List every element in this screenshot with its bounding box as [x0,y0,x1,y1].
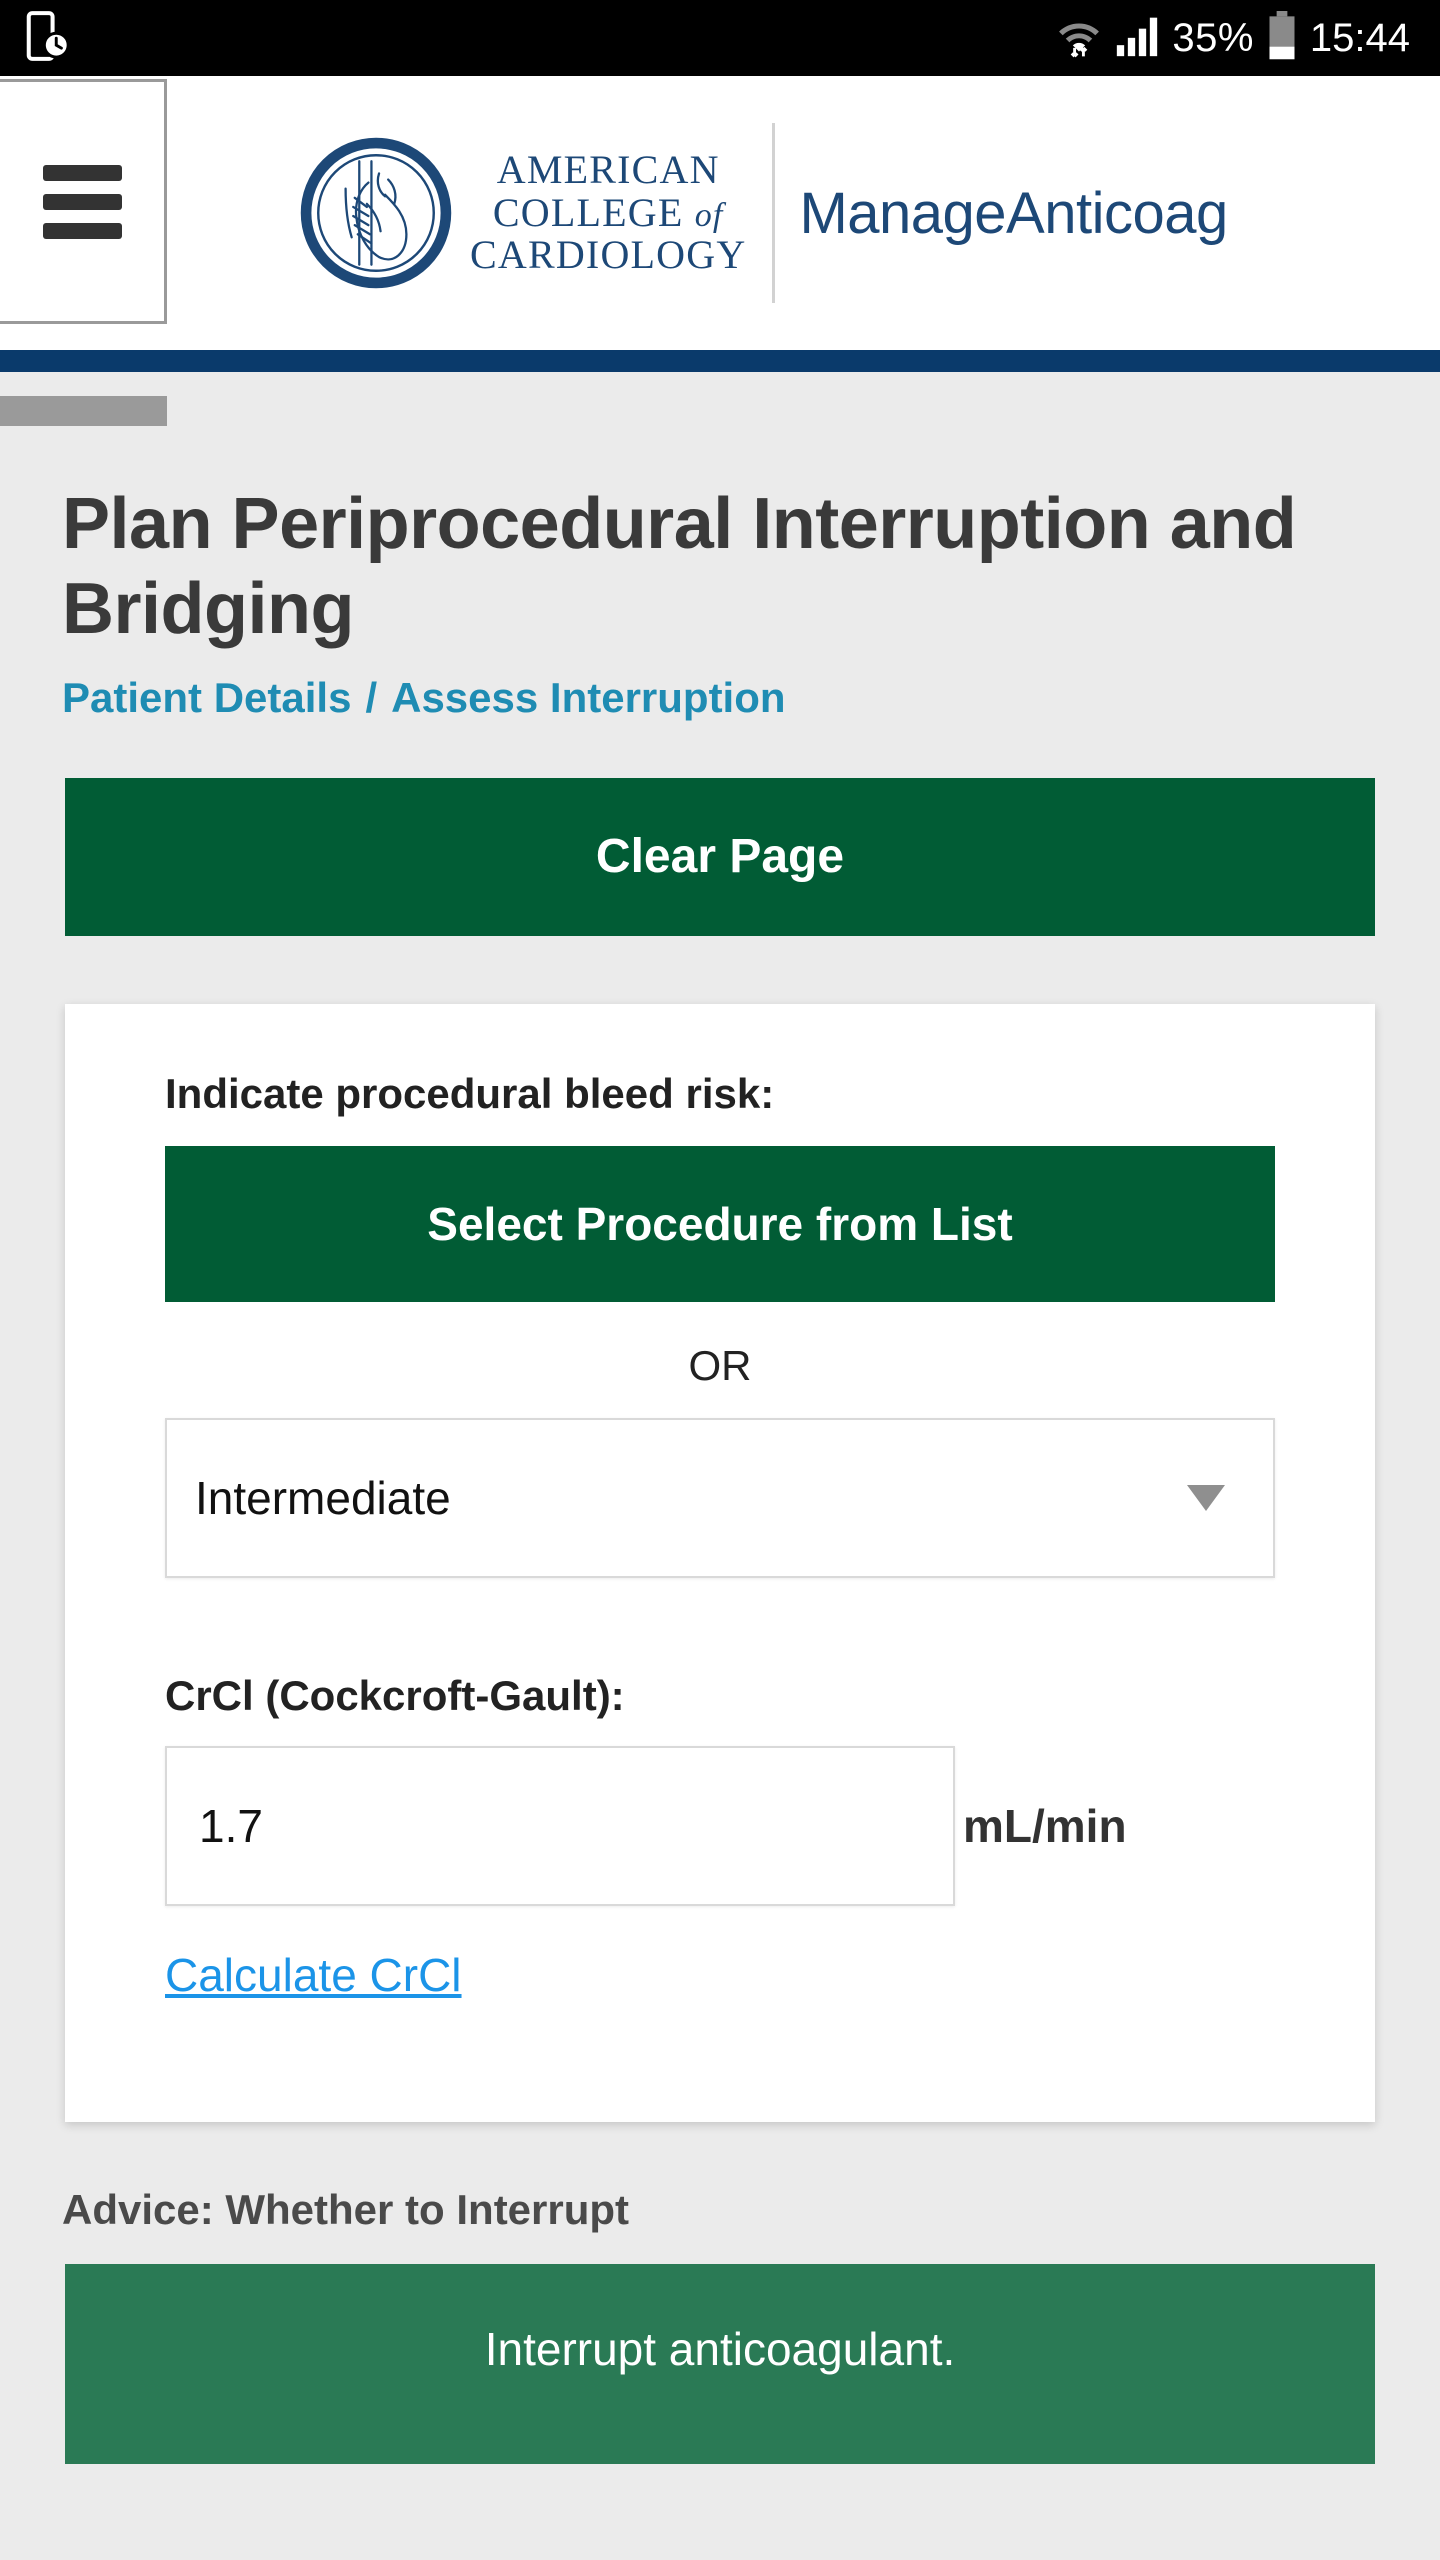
advice-panel: Interrupt anticoagulant. [65,2263,1375,2464]
breadcrumb: Patient Details / Assess Interruption [62,674,1440,722]
hamburger-bar [42,222,122,239]
hamburger-menu-button[interactable] [0,79,167,324]
calculate-crcl-link[interactable]: Calculate CrCl [165,1948,462,2002]
crcl-unit-label: mL/min [963,1799,1127,1852]
brand-lockup[interactable]: AMERICAN COLLEGE of CARDIOLOGY ManageAnt… [300,76,1228,350]
signal-bars-icon [1115,14,1159,63]
brand-divider [772,123,776,303]
battery-icon [1267,10,1297,66]
acc-heart-seal-icon [300,137,452,289]
app-header: AMERICAN COLLEGE of CARDIOLOGY ManageAnt… [0,76,1440,426]
bleed-risk-label: Indicate procedural bleed risk: [165,1069,775,1117]
advice-text: Interrupt anticoagulant. [484,2322,956,2375]
device-clock-icon [26,10,70,67]
acc-wordmark-line2: COLLEGE of [492,189,724,235]
page-content: Plan Periprocedural Interruption and Bri… [0,372,1440,2464]
hamburger-bar [42,193,122,210]
status-bar-left [26,10,70,67]
acc-wordmark: AMERICAN COLLEGE of CARDIOLOGY [470,147,747,278]
hamburger-menu-icon [42,164,122,239]
app-title: ManageAnticoag [799,180,1228,246]
crcl-input[interactable] [165,1745,955,1906]
page-title: Plan Periprocedural Interruption and Bri… [62,484,1297,649]
clear-page-button[interactable]: Clear Page [65,777,1375,936]
bleed-risk-select-value: Intermediate [195,1471,451,1524]
wifi-icon [1056,13,1102,64]
navy-accent-bar [0,350,1440,372]
crcl-row: mL/min [165,1745,1275,1906]
status-bar-right: 35% 15:44 [1056,10,1410,66]
app-screen: 35% 15:44 AMERICAN COLLEGE of CARDIOLOGY… [0,0,1440,2560]
acc-wordmark-line3: CARDIOLOGY [470,232,747,278]
chevron-down-icon [1187,1484,1225,1511]
crcl-label: CrCl (Cockcroft-Gault): [165,1671,625,1719]
breadcrumb-link-assess-interruption[interactable]: Assess Interruption [391,674,785,721]
hamburger-bar [42,164,122,181]
select-procedure-button[interactable]: Select Procedure from List [165,1145,1275,1302]
bleed-risk-select[interactable]: Intermediate [165,1417,1275,1578]
advice-heading: Advice: Whether to Interrupt [62,2185,630,2233]
breadcrumb-link-patient-details[interactable]: Patient Details [62,674,351,721]
status-bar: 35% 15:44 [0,0,1440,76]
breadcrumb-separator: / [365,673,378,721]
bleed-risk-card: Indicate procedural bleed risk: Select P… [65,1003,1375,2122]
status-bar-clock: 15:44 [1309,16,1410,60]
or-divider-label: OR [688,1341,752,1389]
bleed-risk-card-body: Indicate procedural bleed risk: Select P… [65,1070,1375,2122]
acc-wordmark-line1: AMERICAN [496,147,720,193]
battery-percent-label: 35% [1172,16,1254,60]
